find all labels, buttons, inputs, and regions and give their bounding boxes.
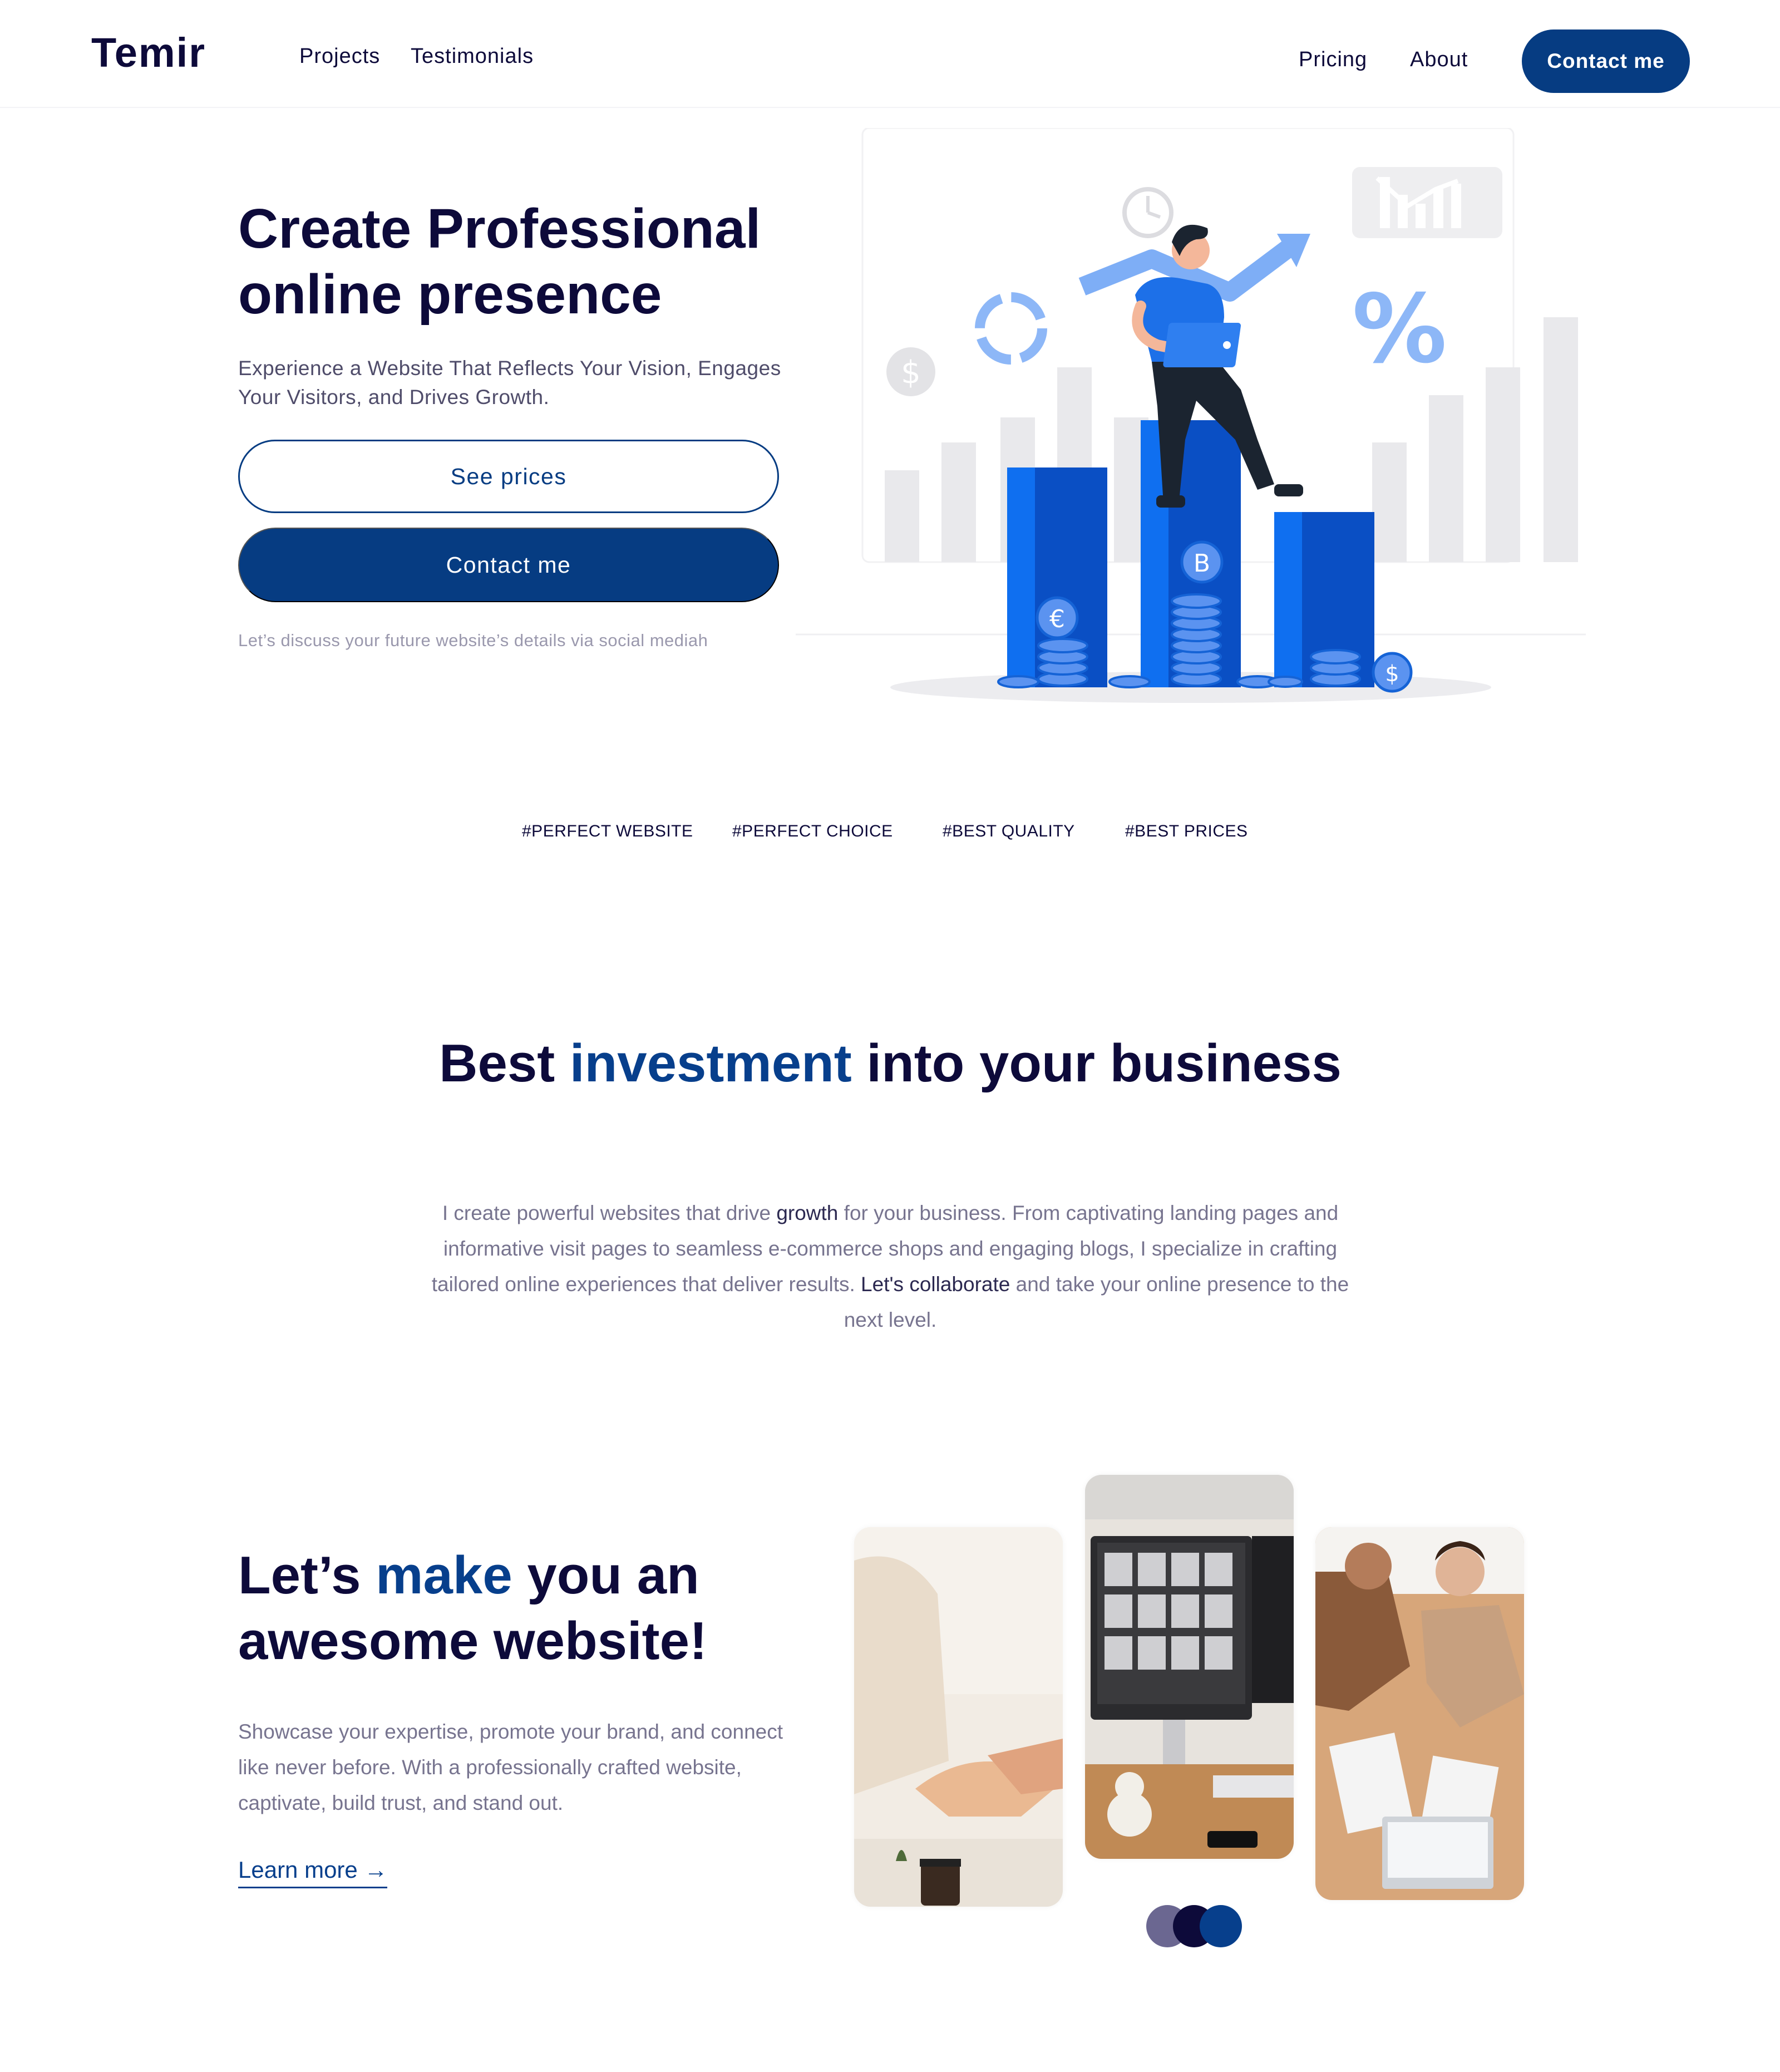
logo[interactable]: Temir xyxy=(91,29,206,76)
investment-title: Best investment into your business xyxy=(389,1031,1391,1096)
nav-pricing[interactable]: Pricing xyxy=(1299,48,1367,72)
investment-body: I create powerful websites that drive gr… xyxy=(412,1195,1369,1338)
tag-best-prices: #BEST PRICES xyxy=(1125,822,1248,840)
header-divider xyxy=(0,107,1780,108)
nav-projects[interactable]: Projects xyxy=(299,45,380,68)
computer-monitor-photo xyxy=(1085,1475,1294,1859)
tag-best-quality: #BEST QUALITY xyxy=(943,822,1075,840)
website-body: Showcase your expertise, promote your br… xyxy=(238,1720,783,1814)
team-meeting-photo xyxy=(1315,1527,1524,1900)
svg-text:B: B xyxy=(1194,549,1210,578)
investment-title-pre: Best xyxy=(439,1033,570,1093)
tag-perfect-choice: #PERFECT CHOICE xyxy=(732,822,893,840)
website-title-pre: Let’s xyxy=(238,1546,376,1605)
hero-contact-button[interactable]: Contact me xyxy=(238,528,779,602)
hero-title-line2: online presence xyxy=(238,263,662,326)
website-title: Let’s make you an awesome website! xyxy=(238,1543,850,1674)
carousel-dot-3[interactable] xyxy=(1200,1905,1242,1947)
svg-text:$: $ xyxy=(1385,661,1399,687)
svg-text:€: € xyxy=(1049,605,1065,633)
hero-subtitle: Experience a Website That Reflects Your … xyxy=(238,357,781,409)
investment-body-part1: I create powerful websites that drive xyxy=(442,1202,777,1224)
hero-title: Create Professional online presence xyxy=(238,196,850,327)
learn-more-link[interactable]: Learn more → xyxy=(238,1857,388,1888)
nav-about[interactable]: About xyxy=(1410,48,1468,72)
tag-perfect-website: #PERFECT WEBSITE xyxy=(522,822,693,840)
investment-body-bold2: Let's collaborate xyxy=(861,1273,1010,1296)
hero-illustration: $ % € B $ xyxy=(796,128,1586,703)
investment-title-accent: investment xyxy=(569,1033,852,1093)
svg-text:%: % xyxy=(1352,274,1447,385)
investment-title-post: into your business xyxy=(851,1033,1342,1093)
website-title-accent: make xyxy=(376,1546,512,1605)
hero-note: Let’s discuss your future website’s deta… xyxy=(238,631,708,650)
handshake-photo xyxy=(854,1527,1063,1907)
see-prices-button[interactable]: See prices xyxy=(238,440,779,513)
header-contact-button[interactable]: Contact me xyxy=(1522,29,1690,93)
svg-text:$: $ xyxy=(901,355,921,391)
investment-body-bold1: growth xyxy=(776,1202,839,1224)
hero-title-line1: Create Professional xyxy=(238,198,761,260)
nav-testimonials[interactable]: Testimonials xyxy=(411,45,534,68)
